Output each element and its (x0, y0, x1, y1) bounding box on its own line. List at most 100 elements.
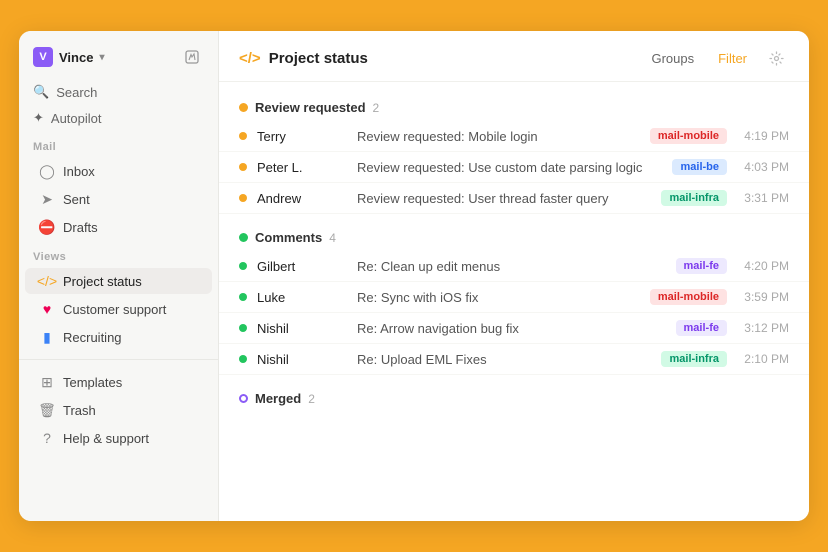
sender-name: Gilbert (257, 259, 347, 274)
sender-name: Andrew (257, 191, 347, 206)
email-tag: mail-mobile (650, 128, 727, 144)
main-content: </> Project status Groups Filter Review … (219, 31, 809, 521)
sidebar-item-sent[interactable]: ➤ Sent (25, 186, 212, 212)
header-actions: Groups Filter (643, 45, 789, 71)
email-time: 4:03 PM (737, 160, 789, 174)
search-item[interactable]: 🔍 Search (19, 79, 218, 105)
section-dot-review (239, 103, 248, 112)
sender-name: Luke (257, 290, 347, 305)
email-subject: Re: Sync with iOS fix (357, 290, 640, 305)
email-tag: mail-fe (676, 320, 727, 336)
sidebar-item-drafts[interactable]: ⛔ Drafts (25, 214, 212, 240)
unread-dot (239, 262, 247, 270)
unread-dot (239, 293, 247, 301)
email-tag: mail-be (672, 159, 727, 175)
autopilot-item[interactable]: ✦ Autopilot (19, 105, 218, 131)
search-icon: 🔍 (33, 84, 49, 100)
unread-dot (239, 163, 247, 171)
settings-button[interactable] (763, 45, 789, 71)
sidebar-divider (19, 359, 218, 360)
sidebar-item-templates[interactable]: ⊞ Templates (25, 369, 212, 395)
autopilot-icon: ✦ (33, 110, 44, 126)
unread-dot (239, 324, 247, 332)
email-row[interactable]: Terry Review requested: Mobile login mai… (219, 121, 809, 152)
title-code-icon: </> (239, 50, 261, 67)
email-subject: Re: Upload EML Fixes (357, 352, 651, 367)
sent-label: Sent (63, 192, 90, 207)
email-list: Review requested 2 Terry Review requeste… (219, 82, 809, 521)
trash-icon: 🗑 (39, 402, 55, 418)
unread-dot (239, 194, 247, 202)
comments-section-label: Comments (255, 230, 322, 245)
sidebar-item-recruiting[interactable]: ▮ Recruiting (25, 324, 212, 350)
section-merged: Merged 2 (219, 381, 809, 412)
email-subject: Review requested: User thread faster que… (357, 191, 651, 206)
email-time: 4:19 PM (737, 129, 789, 143)
email-time: 3:31 PM (737, 191, 789, 205)
review-section-label: Review requested (255, 100, 366, 115)
autopilot-label: Autopilot (51, 111, 102, 126)
heart-icon: ♥ (39, 301, 55, 317)
trash-label: Trash (63, 403, 96, 418)
views-section-label: Views (19, 241, 218, 267)
page-title: Project status (269, 50, 368, 67)
username-label: Vince (59, 50, 93, 65)
email-row[interactable]: Gilbert Re: Clean up edit menus mail-fe … (219, 251, 809, 282)
sidebar-item-inbox[interactable]: ◯ Inbox (25, 158, 212, 184)
email-tag: mail-mobile (650, 289, 727, 305)
filter-button[interactable]: Filter (710, 47, 755, 70)
email-row[interactable]: Nishil Re: Arrow navigation bug fix mail… (219, 313, 809, 344)
main-title: </> Project status (239, 50, 368, 67)
sender-name: Nishil (257, 352, 347, 367)
help-label: Help & support (63, 431, 149, 446)
merged-section-label: Merged (255, 391, 301, 406)
avatar: V (33, 47, 53, 67)
customer-support-label: Customer support (63, 302, 166, 317)
merged-section-count: 2 (308, 392, 315, 406)
sent-icon: ➤ (39, 191, 55, 207)
section-dot-comments (239, 233, 248, 242)
briefcase-icon: ▮ (39, 329, 55, 345)
sidebar-header: V Vince ▾ (19, 45, 218, 79)
sidebar-item-customer-support[interactable]: ♥ Customer support (25, 296, 212, 322)
section-comments: Comments 4 (219, 220, 809, 251)
email-subject: Re: Clean up edit menus (357, 259, 666, 274)
help-icon: ? (39, 430, 55, 446)
email-time: 2:10 PM (737, 352, 789, 366)
search-label: Search (56, 85, 97, 100)
email-time: 3:12 PM (737, 321, 789, 335)
email-subject: Review requested: Use custom date parsin… (357, 160, 662, 175)
drafts-label: Drafts (63, 220, 98, 235)
email-row[interactable]: Peter L. Review requested: Use custom da… (219, 152, 809, 183)
unread-dot (239, 355, 247, 363)
email-tag: mail-infra (661, 351, 727, 367)
inbox-label: Inbox (63, 164, 95, 179)
project-status-label: Project status (63, 274, 142, 289)
inbox-icon: ◯ (39, 163, 55, 179)
sender-name: Nishil (257, 321, 347, 336)
unread-dot (239, 132, 247, 140)
email-tag: mail-fe (676, 258, 727, 274)
code-icon: </> (39, 273, 55, 289)
email-subject: Review requested: Mobile login (357, 129, 640, 144)
user-menu[interactable]: V Vince ▾ (33, 47, 104, 67)
email-row[interactable]: Luke Re: Sync with iOS fix mail-mobile 3… (219, 282, 809, 313)
email-tag: mail-infra (661, 190, 727, 206)
email-row[interactable]: Nishil Re: Upload EML Fixes mail-infra 2… (219, 344, 809, 375)
email-row[interactable]: Andrew Review requested: User thread fas… (219, 183, 809, 214)
sender-name: Terry (257, 129, 347, 144)
sidebar-item-project-status[interactable]: </> Project status (25, 268, 212, 294)
section-review-requested: Review requested 2 (219, 90, 809, 121)
templates-icon: ⊞ (39, 374, 55, 390)
comments-section-count: 4 (329, 231, 336, 245)
compose-button[interactable] (180, 45, 204, 69)
drafts-icon: ⛔ (39, 219, 55, 235)
section-dot-merged (239, 394, 248, 403)
email-time: 3:59 PM (737, 290, 789, 304)
sidebar-item-help[interactable]: ? Help & support (25, 425, 212, 451)
sender-name: Peter L. (257, 160, 347, 175)
chevron-down-icon: ▾ (99, 52, 104, 63)
sidebar-item-trash[interactable]: 🗑 Trash (25, 397, 212, 423)
mail-section-label: Mail (19, 131, 218, 157)
groups-button[interactable]: Groups (643, 47, 702, 70)
